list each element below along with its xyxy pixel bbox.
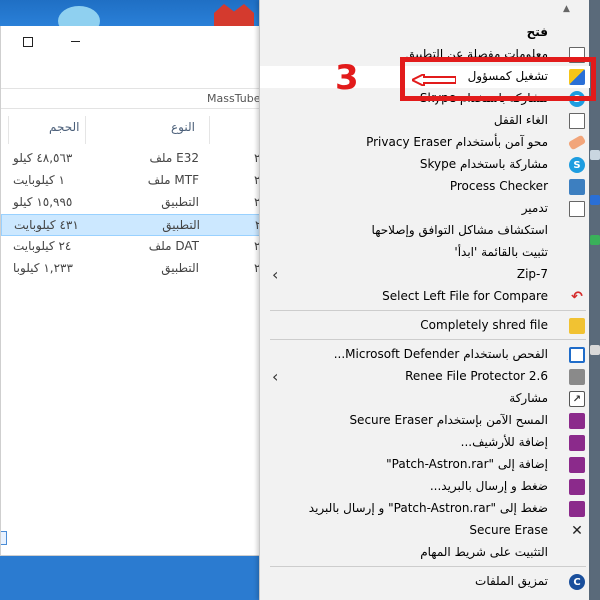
- eraser-icon: [567, 134, 587, 151]
- document-icon: [569, 113, 585, 129]
- context-menu-item[interactable]: مشاركة باستخدام Skype S: [260, 154, 590, 176]
- menu-scroll-up-icon[interactable]: ▲: [563, 4, 570, 14]
- document-icon: [569, 201, 585, 217]
- context-menu-item[interactable]: ضغط إلى "Patch-Astron.rar" و إرسال بالبر…: [260, 498, 590, 520]
- file-type: التطبيق: [161, 261, 199, 275]
- context-menu-item[interactable]: Completely shred file: [260, 315, 590, 337]
- context-menu-item[interactable]: تدمير: [260, 198, 590, 220]
- context-menu-item[interactable]: إضافة للأرشيف...: [260, 432, 590, 454]
- menu-item-label: Completely shred file: [420, 318, 548, 332]
- file-size: ١٥,٩٩٥ كيلو: [13, 195, 73, 209]
- file-size: ٢٤ كيلوبايت: [13, 239, 72, 253]
- shredder-ring-icon: C: [569, 574, 585, 590]
- file-type: ملف MTF: [147, 173, 199, 187]
- menu-item-label: المسح الآمن بإستخدام Secure Eraser: [349, 413, 548, 427]
- menu-item-label: فتح: [526, 25, 548, 39]
- context-menu-item[interactable]: الفحص باستخدام Microsoft Defender...: [260, 344, 590, 366]
- column-header-size[interactable]: الحجم: [49, 120, 79, 142]
- context-menu-item[interactable]: فتح: [260, 22, 590, 44]
- column-separator[interactable]: [8, 116, 9, 144]
- maximize-button[interactable]: [23, 37, 33, 47]
- menu-item-label: ضغط إلى "Patch-Astron.rar" و إرسال بالبر…: [308, 501, 548, 515]
- context-menu-item[interactable]: التثبيت على شريط المهام: [260, 542, 590, 564]
- menu-item-label: Renee File Protector 2.6: [405, 369, 548, 383]
- submenu-chevron-icon: ‹: [272, 367, 279, 386]
- menu-item-label: ضغط و إرسال بالبريد...: [429, 479, 548, 493]
- file-size: ٤٣١ كيلوبايت: [14, 218, 79, 232]
- rar-icon: [569, 501, 585, 517]
- scroll-indicator: [1, 531, 7, 545]
- context-menu-item[interactable]: Process Checker: [260, 176, 590, 198]
- menu-item-label: Secure Erase: [469, 523, 548, 537]
- context-menu-item[interactable]: محو آمن بأستخدام Privacy Eraser: [260, 132, 590, 154]
- menu-item-label: مشاركة: [509, 391, 548, 405]
- context-menu-item[interactable]: Renee File Protector 2.6 ‹: [260, 366, 590, 388]
- menu-item-label: مشاركة باستخدام Skype: [419, 157, 548, 171]
- file-type: التطبيق: [161, 195, 199, 209]
- defender-icon: [569, 347, 585, 363]
- menu-separator: [270, 566, 586, 567]
- file-type: ملف E32: [149, 151, 200, 165]
- column-separator[interactable]: [85, 116, 86, 144]
- menu-item-label: تدمير: [521, 201, 548, 215]
- context-menu-item[interactable]: Secure Erase ✕: [260, 520, 590, 542]
- address-bar[interactable]: MassTube: [1, 88, 273, 109]
- context-menu-item[interactable]: مشاركة ↗: [260, 388, 590, 410]
- menu-item-label: الغاء القفل: [493, 113, 548, 127]
- menu-item-label: Select Left File for Compare: [382, 289, 548, 303]
- menu-item-label: Process Checker: [449, 179, 548, 193]
- menu-item-label: الفحص باستخدام Microsoft Defender...: [333, 347, 548, 361]
- menu-separator: [270, 310, 586, 311]
- context-menu-item[interactable]: تثبيت بالقائمة 'ابدأ': [260, 242, 590, 264]
- lock-icon: [569, 369, 585, 385]
- file-size: ١,٢٣٣ كيلوبا: [13, 261, 73, 275]
- context-menu-item[interactable]: Select Left File for Compare ↶: [260, 286, 590, 308]
- share-icon: ↗: [569, 391, 585, 407]
- minimize-button[interactable]: [71, 41, 80, 42]
- rar-icon: [569, 457, 585, 473]
- explorer-window: MassTube الحجم النوع ٤٨,٥٦٣ كيلو ملف E32 ٢…: [0, 26, 273, 556]
- file-row[interactable]: ١٥,٩٩٥ كيلو التطبيق ٢: [1, 192, 273, 214]
- file-row[interactable]: ٤٨,٥٦٣ كيلو ملف E32 ٢: [1, 148, 273, 170]
- rar-icon: [569, 479, 585, 495]
- file-row[interactable]: ١ كيلوبايت ملف MTF ٢: [1, 170, 273, 192]
- arrow-annotation: [412, 74, 456, 86]
- context-menu-item[interactable]: إضافة إلى "Patch-Astron.rar": [260, 454, 590, 476]
- menu-item-label: تمزيق الملفات: [475, 574, 548, 588]
- menu-separator: [270, 339, 586, 340]
- shred-icon: [569, 318, 585, 334]
- undo-icon: ↶: [571, 289, 583, 305]
- context-menu-item[interactable]: 7-Zip ‹: [260, 264, 590, 286]
- file-row[interactable]: ٤٣١ كيلوبايتالتطبيق٢٠: [1, 214, 273, 236]
- rar-icon: [569, 413, 585, 429]
- x-icon: ✕: [571, 523, 583, 539]
- skype-icon: S: [569, 157, 585, 173]
- menu-item-label: 7-Zip: [516, 267, 548, 281]
- menu-item-label: استكشاف مشاكل التوافق وإصلاحها: [371, 223, 548, 237]
- context-menu-item[interactable]: ضغط و إرسال بالبريد...: [260, 476, 590, 498]
- column-header-type[interactable]: النوع: [171, 120, 195, 142]
- file-type: ملف DAT: [148, 239, 199, 253]
- menu-item-label: إضافة إلى "Patch-Astron.rar": [386, 457, 548, 471]
- file-size: ١ كيلوبايت: [13, 173, 65, 187]
- rar-icon: [569, 435, 585, 451]
- submenu-chevron-icon: ‹: [272, 265, 279, 284]
- column-separator[interactable]: [209, 116, 210, 144]
- menu-item-label: إضافة للأرشيف...: [460, 435, 548, 449]
- context-menu-item[interactable]: المسح الآمن بإستخدام Secure Eraser: [260, 410, 590, 432]
- monitor-icon: [569, 179, 585, 195]
- step-number-annotation: 3: [335, 58, 359, 98]
- menu-item-label: تثبيت بالقائمة 'ابدأ': [454, 245, 548, 259]
- context-menu-item[interactable]: تمزيق الملفات C: [260, 571, 590, 593]
- file-size: ٤٨,٥٦٣ كيلو: [13, 151, 73, 165]
- file-type: التطبيق: [162, 218, 200, 232]
- menu-item-label: محو آمن بأستخدام Privacy Eraser: [366, 135, 548, 149]
- context-menu-item[interactable]: استكشاف مشاكل التوافق وإصلاحها: [260, 220, 590, 242]
- context-menu-item[interactable]: الغاء القفل: [260, 110, 590, 132]
- file-row[interactable]: ١,٢٣٣ كيلوبا التطبيق ٢: [1, 258, 273, 280]
- file-row[interactable]: ٢٤ كيلوبايت ملف DAT ٢: [1, 236, 273, 258]
- menu-item-label: التثبيت على شريط المهام: [420, 545, 548, 559]
- address-text: MassTube: [207, 92, 261, 105]
